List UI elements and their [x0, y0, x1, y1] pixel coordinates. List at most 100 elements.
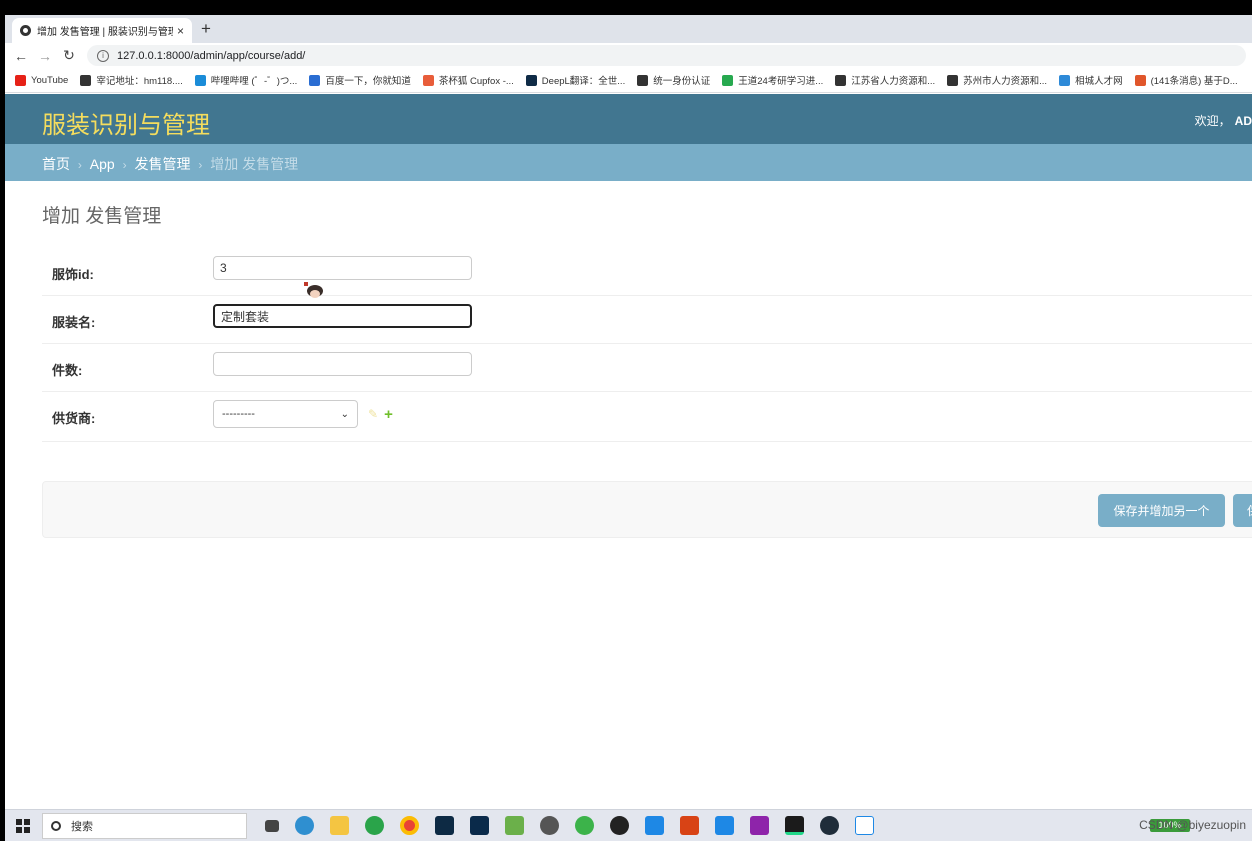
site-brand[interactable]: 服装识别与管理: [42, 105, 210, 140]
bookmark-favicon-icon: [309, 74, 321, 86]
bookmark-label: 百度一下，你就知道: [325, 76, 411, 87]
save-and-add-another-button[interactable]: 保存并增加另一个: [1098, 494, 1225, 527]
tab-close-icon[interactable]: ×: [177, 24, 184, 38]
bookmark-favicon-icon: [194, 74, 206, 86]
form-row-quantity: 件数:: [42, 344, 1252, 392]
bookmark-favicon-icon: [835, 74, 847, 86]
bookmark-item[interactable]: 相城人才网: [1059, 73, 1123, 87]
quantity-label: 件数:: [52, 363, 83, 378]
reload-button[interactable]: ↻: [57, 47, 81, 64]
bookmark-label: YouTube: [31, 74, 69, 86]
qq-icon[interactable]: [610, 816, 629, 835]
form-row-clothing-id: 服饰id:: [42, 248, 1252, 296]
pycharm-icon[interactable]: [785, 816, 804, 835]
supplier-label: 供货商:: [52, 411, 96, 426]
back-button[interactable]: ←: [9, 48, 33, 64]
taskbar-search[interactable]: 搜索: [42, 812, 247, 839]
nox-icon[interactable]: [820, 816, 839, 835]
bookmark-item[interactable]: 哔哩哔哩 (゜-゜)つ...: [194, 73, 298, 87]
app-icon[interactable]: [855, 816, 874, 835]
supplier-select[interactable]: --------- ⌄: [213, 400, 358, 428]
form-row-clothing-name: 服装名:: [42, 296, 1252, 344]
supplier-selected-value: ---------: [222, 408, 255, 420]
bookmark-favicon-icon: [722, 74, 734, 86]
globe-icon: [20, 25, 31, 36]
breadcrumb: 首页 › App › 发售管理 › 增加 发售管理: [5, 144, 1252, 181]
app-icon[interactable]: [680, 816, 699, 835]
screen: 增加 发售管理 | 服装识别与管理... × + ← → ↻ i 127.0.0…: [5, 15, 1252, 841]
bookmark-item[interactable]: (141条消息) 基于D...: [1134, 73, 1238, 87]
bookmark-label: 哔哩哔哩 (゜-゜)つ...: [210, 76, 298, 87]
bookmark-item[interactable]: YouTube: [15, 74, 69, 86]
bookmarks-bar: YouTube 宰记地址：hm118.... 哔哩哔哩 (゜-゜)つ... 百度一下，…: [5, 68, 1252, 93]
clothing-name-label: 服装名:: [52, 315, 96, 330]
app-icon[interactable]: [505, 816, 524, 835]
app-icon[interactable]: [645, 816, 664, 835]
browser-360-icon[interactable]: [365, 816, 384, 835]
address-bar[interactable]: i 127.0.0.1:8000/admin/app/course/add/: [87, 45, 1246, 66]
intellij-icon[interactable]: [750, 816, 769, 835]
wechat-icon[interactable]: [575, 816, 594, 835]
bookmark-label: 江苏省人力资源和...: [851, 76, 936, 87]
bookmark-item[interactable]: 王道24考研学习进...: [722, 73, 823, 87]
windows-taskbar: 搜索 100% CSDN @biyezuopin: [5, 809, 1252, 841]
add-form: 服饰id: 服装名: 件数: 供货商: --------- ⌄ ✎: [42, 248, 1252, 442]
task-view-icon[interactable]: [265, 819, 279, 832]
bookmark-item[interactable]: 百度一下，你就知道: [309, 73, 411, 87]
bookmark-label: 茶杯狐 Cupfox -...: [438, 76, 514, 87]
browser-tabbar: 增加 发售管理 | 服装识别与管理... × +: [5, 15, 1252, 43]
breadcrumb-separator: ›: [198, 158, 203, 172]
forward-button[interactable]: →: [33, 48, 57, 64]
bookmark-label: 统一身份认证: [653, 76, 711, 87]
bookmark-label: 王道24考研学习进...: [738, 76, 824, 87]
bookmark-label: 相城人才网: [1075, 76, 1123, 87]
bookmark-item[interactable]: 茶杯狐 Cupfox -...: [422, 73, 514, 87]
lightroom-icon[interactable]: [435, 816, 454, 835]
bookmark-item[interactable]: 苏州市人力资源和...: [947, 73, 1047, 87]
edit-related-icon[interactable]: ✎: [368, 407, 378, 421]
chevron-down-icon: ⌄: [340, 408, 349, 420]
bookmark-favicon-icon: [947, 74, 959, 86]
clothing-id-input[interactable]: [213, 256, 472, 280]
cursor-sprite-icon: [304, 282, 323, 298]
vscode-icon[interactable]: [715, 816, 734, 835]
bookmark-favicon-icon: [637, 74, 649, 86]
bookmark-favicon-icon: [422, 74, 434, 86]
bookmark-item[interactable]: DeepL翻译：全世...: [525, 73, 625, 87]
breadcrumb-home[interactable]: 首页: [42, 156, 70, 172]
bookmark-item[interactable]: 统一身份认证: [637, 73, 710, 87]
bookmark-favicon-icon: [15, 74, 26, 86]
edge-icon[interactable]: [295, 816, 314, 835]
watermark: CSDN @biyezuopin: [1139, 818, 1246, 832]
bookmark-favicon-icon: [80, 74, 92, 86]
breadcrumb-model[interactable]: 发售管理: [134, 156, 190, 172]
bookmark-item[interactable]: 宰记地址：hm118....: [80, 73, 183, 87]
bookmark-item[interactable]: 江苏省人力资源和...: [835, 73, 935, 87]
bookmark-label: 宰记地址：hm118....: [96, 76, 183, 87]
bookmark-favicon-icon: [1059, 74, 1071, 86]
quantity-input[interactable]: [213, 352, 472, 376]
help-icon[interactable]: [540, 816, 559, 835]
search-icon: [51, 820, 61, 831]
clothing-name-input[interactable]: [213, 304, 472, 328]
windows-start-icon[interactable]: [16, 818, 30, 833]
new-tab-button[interactable]: +: [201, 19, 211, 39]
site-info-icon[interactable]: i: [97, 49, 109, 62]
tab-title: 增加 发售管理 | 服装识别与管理...: [37, 27, 173, 38]
clothing-id-label: 服饰id:: [52, 267, 94, 282]
form-row-supplier: 供货商: --------- ⌄ ✎ +: [42, 392, 1252, 442]
bookmark-favicon-icon: [525, 74, 537, 86]
content: 增加 发售管理 服饰id: 服装名: 件数: 供货商: --------- ⌄: [42, 181, 1252, 538]
bookmark-label: (141条消息) 基于D...: [1150, 76, 1238, 87]
url-text: 127.0.0.1:8000/admin/app/course/add/: [117, 49, 306, 62]
browser-tab-active[interactable]: 增加 发售管理 | 服装识别与管理... ×: [12, 18, 192, 43]
admin-header: 服装识别与管理 欢迎， AD: [5, 94, 1252, 144]
chrome-icon[interactable]: [400, 816, 419, 835]
save-button[interactable]: 保: [1233, 494, 1252, 527]
bookmark-label: 苏州市人力资源和...: [963, 76, 1048, 87]
add-related-icon[interactable]: +: [384, 406, 393, 423]
welcome-text: 欢迎，: [1194, 114, 1231, 128]
breadcrumb-app[interactable]: App: [90, 156, 115, 172]
photoshop-icon[interactable]: [470, 816, 489, 835]
file-explorer-icon[interactable]: [330, 816, 349, 835]
